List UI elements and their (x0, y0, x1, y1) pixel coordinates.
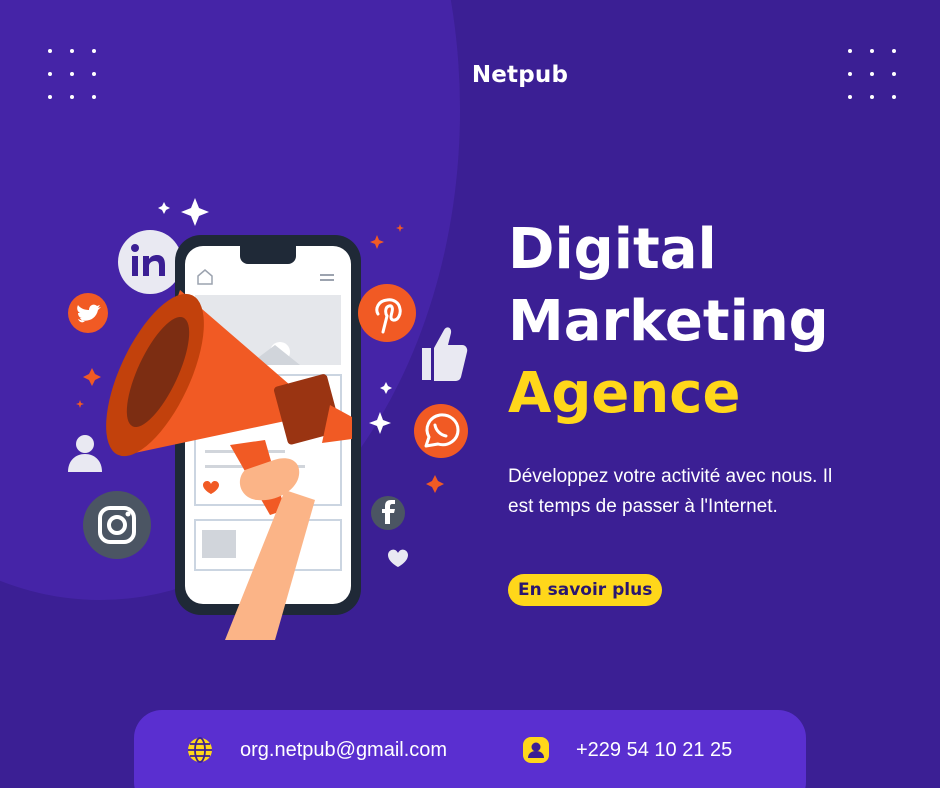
description: Développez votre activité avec nous. Il … (508, 466, 833, 517)
pinterest-icon (358, 284, 416, 342)
user-icon (68, 435, 102, 472)
headline-line-1: Digital (508, 217, 717, 282)
facebook-icon (371, 496, 405, 530)
learn-more-button[interactable]: En savoir plus (508, 574, 663, 606)
phone-text: +229 54 10 21 25 (576, 738, 733, 761)
thumbs-up-icon (422, 327, 468, 381)
headline-line-2: Marketing (508, 289, 829, 354)
headline-line-3: Agence (508, 361, 741, 426)
heart-icon (388, 549, 408, 567)
twitter-icon (68, 293, 108, 333)
marketing-illustration (68, 198, 468, 640)
linkedin-icon (118, 230, 182, 294)
email-text: org.netpub@gmail.com (240, 738, 448, 761)
instagram-icon (83, 491, 151, 559)
contact-icon (523, 737, 549, 763)
email-contact[interactable]: org.netpub@gmail.com (186, 736, 447, 764)
brand-name: Netpub (471, 62, 569, 88)
headline: Digital Marketing Agence (508, 214, 829, 430)
flyer: Netpub Digital Marketing Agence Développ… (0, 0, 940, 788)
globe-icon (188, 737, 212, 763)
phone-contact[interactable]: +229 54 10 21 25 (522, 736, 732, 764)
whatsapp-icon (414, 404, 468, 458)
